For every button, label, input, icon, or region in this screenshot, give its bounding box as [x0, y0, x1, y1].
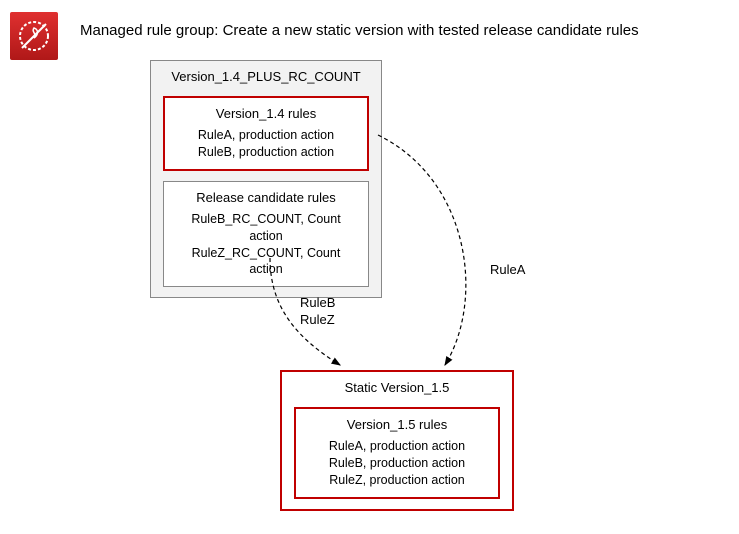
arrow-label-left-1: RuleB	[300, 295, 335, 310]
prod-rules-box: Version_1.4 rules RuleA, production acti…	[163, 96, 369, 171]
prod-rules-title: Version_1.4 rules	[175, 106, 357, 127]
rule-item: RuleB_RC_COUNT, Count action	[174, 211, 358, 245]
rc-rules-box: Release candidate rules RuleB_RC_COUNT, …	[163, 181, 369, 288]
page-title: Managed rule group: Create a new static …	[80, 22, 639, 39]
arrow-label-left-2: RuleZ	[300, 312, 335, 327]
rule-item: RuleA, production action	[306, 438, 488, 455]
static-version-title: Static Version_1.5	[282, 372, 512, 397]
waf-shield-icon	[10, 12, 58, 60]
rule-item: RuleZ, production action	[306, 472, 488, 489]
static-rules-title: Version_1.5 rules	[306, 417, 488, 438]
rc-version-title: Version_1.4_PLUS_RC_COUNT	[151, 61, 381, 86]
static-version-box: Static Version_1.5 Version_1.5 rules Rul…	[280, 370, 514, 511]
rule-item: RuleZ_RC_COUNT, Count action	[174, 245, 358, 279]
rc-rules-title: Release candidate rules	[174, 190, 358, 211]
static-rules-box: Version_1.5 rules RuleA, production acti…	[294, 407, 500, 499]
rule-item: RuleA, production action	[175, 127, 357, 144]
rule-item: RuleB, production action	[306, 455, 488, 472]
rc-version-box: Version_1.4_PLUS_RC_COUNT Version_1.4 ru…	[150, 60, 382, 298]
arrow-label-right: RuleA	[490, 262, 525, 277]
rule-item: RuleB, production action	[175, 144, 357, 161]
